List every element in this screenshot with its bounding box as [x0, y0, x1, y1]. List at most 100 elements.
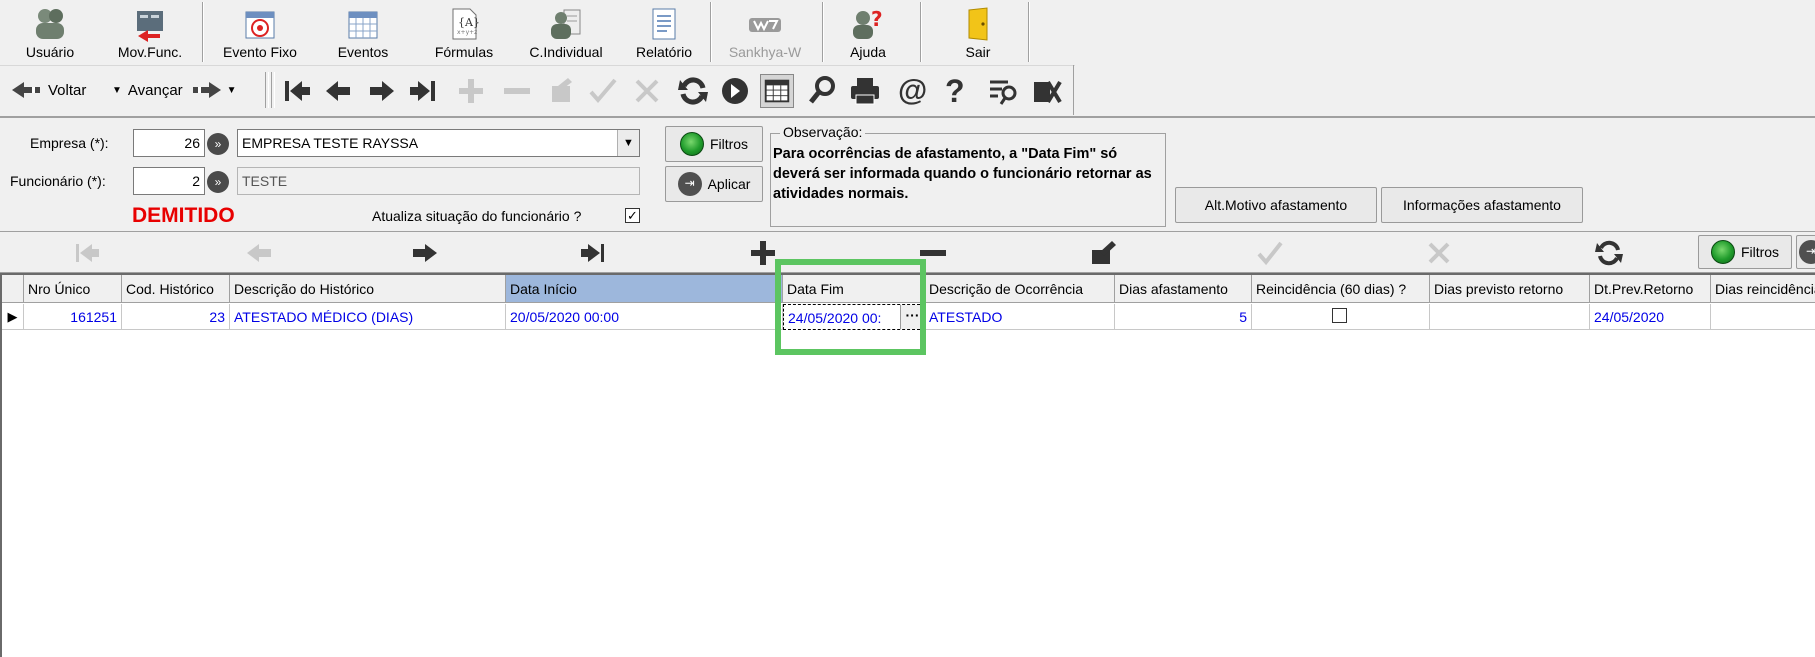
print-icon[interactable]	[848, 74, 882, 108]
funcionario-label: Funcionário (*):	[10, 173, 106, 189]
toolbar-formulas-button[interactable]: {A} x+y+z Fórmulas	[420, 0, 508, 64]
next-record-icon[interactable]	[410, 238, 440, 268]
next-record-icon[interactable]	[364, 74, 398, 108]
refresh-icon[interactable]	[676, 74, 710, 108]
table-cell[interactable]	[1252, 304, 1430, 330]
table-cell[interactable]: ATESTADO	[925, 304, 1115, 330]
toolbar-sair-button[interactable]: Sair	[938, 0, 1018, 64]
execute-icon[interactable]	[718, 74, 752, 108]
column-header-sorted[interactable]: Data Início	[506, 275, 783, 303]
refresh-icon[interactable]	[1594, 238, 1624, 268]
empresa-code-input[interactable]: 26	[133, 129, 205, 157]
table-cell[interactable]: 23	[122, 304, 230, 330]
column-header[interactable]: Dias reincidência	[1711, 275, 1815, 303]
main-toolbar: Usuário Mov.Func. Evento Fixo Eventos {A…	[0, 0, 1030, 64]
toolbar-relatorio-button[interactable]: Relatório	[625, 0, 703, 64]
employee-transfer-icon	[137, 11, 163, 42]
grid-apply-button[interactable]: ⇥	[1796, 235, 1815, 269]
atualiza-label: Atualiza situação do funcionário ?	[372, 208, 582, 224]
edit-icon[interactable]	[1088, 238, 1118, 268]
first-record-icon[interactable]	[280, 74, 314, 108]
svg-text:?: ?	[871, 7, 883, 31]
confirm-icon	[1257, 241, 1283, 266]
toolbar-eventos-button[interactable]: Eventos	[318, 0, 408, 64]
table-cell[interactable]: 20/05/2020 00:00	[506, 304, 783, 330]
empresa-name: EMPRESA TESTE RAYSSA	[242, 135, 419, 151]
table-cell[interactable]	[1711, 304, 1815, 330]
table-cell[interactable]: ATESTADO MÉDICO (DIAS)	[230, 304, 506, 330]
table-cell[interactable]: 5	[1115, 304, 1252, 330]
column-header[interactable]: Reincidência (60 dias) ?	[1252, 275, 1430, 303]
toolbar-border	[1073, 65, 1074, 115]
toolbar-separator	[710, 2, 712, 62]
toolbar-evento-fixo-button[interactable]: Evento Fixo	[210, 0, 310, 64]
dropdown-arrow-icon: ▼	[112, 84, 122, 96]
sankhya-logo-icon	[749, 18, 781, 32]
grid-filtros-button[interactable]: Filtros	[1698, 235, 1792, 269]
table-cell[interactable]: 24/05/2020	[1590, 304, 1711, 330]
help-icon: ?	[853, 7, 883, 39]
forward-button[interactable]: ▼ Avançar ▼	[112, 74, 237, 106]
funcionario-code-input[interactable]: 2	[133, 167, 205, 195]
toolbar-label: Sankhya-W	[728, 44, 802, 60]
remove-icon	[504, 88, 530, 94]
table-cell[interactable]: 161251	[24, 304, 122, 330]
toolbar-separator	[822, 2, 824, 62]
last-record-icon[interactable]	[406, 74, 440, 108]
filtros-button[interactable]: Filtros	[665, 126, 763, 162]
filter-list-icon[interactable]	[986, 74, 1020, 108]
info-afastamento-button[interactable]: Informações afastamento	[1381, 187, 1583, 223]
observacao-text: Para ocorrências de afastamento, a "Data…	[773, 146, 1152, 202]
edit-icon	[552, 78, 572, 102]
back-button[interactable]: Voltar	[10, 74, 86, 106]
svg-text:{A}: {A}	[458, 16, 480, 29]
dropdown-arrow-icon: ▼	[226, 84, 237, 96]
column-header[interactable]: Dias afastamento	[1115, 275, 1252, 303]
alt-motivo-button[interactable]: Alt.Motivo afastamento	[1175, 187, 1377, 223]
grid-view-icon[interactable]	[760, 74, 794, 108]
column-header[interactable]: Cod. Histórico	[122, 275, 230, 303]
status-badge: DEMITIDO	[132, 204, 235, 227]
email-icon[interactable]: @	[898, 74, 932, 108]
toolbar-ajuda-button[interactable]: ? Ajuda	[828, 0, 908, 64]
current-row-indicator-icon: ▶	[2, 304, 24, 330]
column-header[interactable]: Descrição de Ocorrência	[925, 275, 1115, 303]
column-header[interactable]: Dt.Prev.Retorno	[1590, 275, 1711, 303]
empresa-lookup-icon[interactable]: »	[207, 133, 229, 155]
last-record-icon[interactable]	[578, 238, 608, 268]
cancel-icon	[635, 79, 659, 103]
report-icon	[652, 8, 676, 40]
aplicar-button[interactable]: ⇥ Aplicar	[665, 166, 763, 202]
users-icon	[36, 9, 64, 39]
toolbar-usuario-button[interactable]: Usuário	[10, 0, 90, 64]
aplicar-label: Aplicar	[707, 176, 751, 192]
help-question-icon[interactable]: ?	[945, 74, 979, 108]
column-header[interactable]: Dias previsto retorno	[1430, 275, 1590, 303]
table-cell[interactable]	[1430, 304, 1590, 330]
reincidencia-checkbox[interactable]	[1332, 308, 1347, 323]
cancel-icon	[1428, 242, 1450, 264]
column-header[interactable]: Descrição do Histórico	[230, 275, 506, 303]
events-calendar-icon	[348, 11, 378, 39]
back-label: Voltar	[48, 81, 87, 99]
funcionario-lookup-icon[interactable]: »	[207, 171, 229, 193]
filtros-label: Filtros	[709, 136, 749, 152]
apply-icon: ⇥	[677, 172, 702, 196]
toolbar-separator	[1028, 2, 1030, 62]
toolbar-sankhya-button: Sankhya-W	[718, 0, 812, 64]
exit-icon	[968, 7, 988, 41]
toolbar-separator	[920, 2, 922, 62]
export-excel-icon[interactable]	[1030, 74, 1064, 108]
add-icon[interactable]	[748, 238, 778, 268]
toolbar-movfunc-button[interactable]: Mov.Func.	[108, 0, 192, 64]
previous-record-icon[interactable]	[322, 74, 356, 108]
column-header[interactable]: Nro Único	[24, 275, 122, 303]
grid-filtros-label: Filtros	[1740, 244, 1780, 260]
toolbar-label: Usuário	[25, 44, 75, 60]
search-icon[interactable]	[806, 74, 840, 108]
empresa-select[interactable]: EMPRESA TESTE RAYSSA ▼	[237, 129, 640, 157]
atualiza-checkbox[interactable]: ✓	[625, 208, 640, 223]
toolbar-cindividual-button[interactable]: C.Individual	[520, 0, 612, 64]
chevron-down-icon[interactable]: ▼	[617, 130, 639, 156]
confirm-icon	[589, 78, 617, 104]
